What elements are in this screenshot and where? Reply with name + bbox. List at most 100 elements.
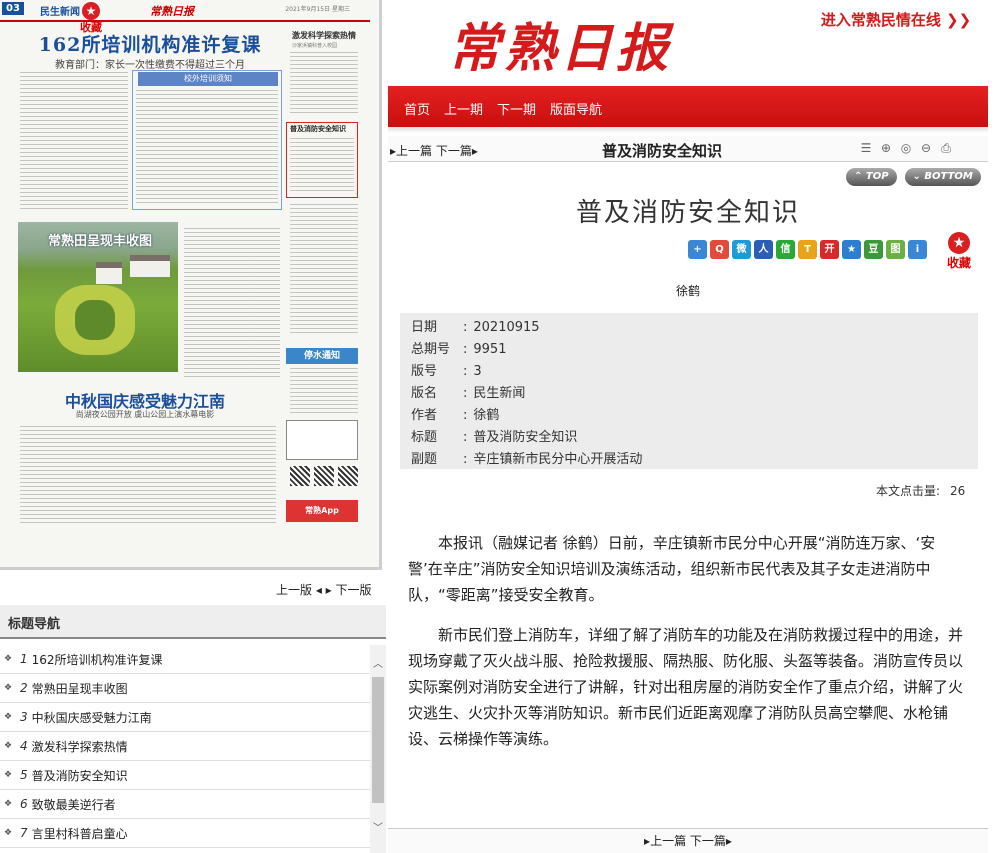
- share-more-icon[interactable]: +: [688, 240, 707, 259]
- next-article-link[interactable]: 下一篇: [436, 144, 472, 158]
- print-icon[interactable]: ⎙: [938, 140, 954, 156]
- minqing-online-link[interactable]: 进入常熟民情在线 ❯❯: [820, 4, 972, 36]
- nav-item[interactable]: ❖ 5 普及消防安全知识: [0, 761, 370, 790]
- zoom-reset-icon[interactable]: ◎: [898, 140, 914, 156]
- masthead: 常熟日报 进入常熟民情在线 ❯❯: [388, 0, 1000, 86]
- thumb-subhead: 教育部门：家长一次性缴费不得超过三个月: [55, 60, 245, 71]
- share-douban-icon[interactable]: 豆: [864, 240, 883, 259]
- menu-prev-issue[interactable]: 上一期: [444, 99, 483, 118]
- article-tools: ☰ ⊕ ◎ ⊖ ⎙: [858, 140, 954, 156]
- arrows-icon: ◂ ▸: [315, 583, 336, 597]
- share-qzone-icon[interactable]: Q: [710, 240, 729, 259]
- qr-code-icon: [314, 466, 334, 486]
- scrollbar-thumb[interactable]: [372, 677, 384, 803]
- meta-row: 日期:20210915: [411, 317, 978, 339]
- top-button[interactable]: ⌃ TOP: [846, 168, 897, 186]
- footer-next-article-link[interactable]: 下一篇: [690, 834, 726, 848]
- chevron-up-icon[interactable]: ︿: [370, 657, 386, 673]
- prev-page-link[interactable]: 上一版: [276, 583, 312, 597]
- favorite-button[interactable]: ★ 收藏: [944, 232, 974, 271]
- nav-item[interactable]: ❖ 4 激发科学探索热情: [0, 732, 370, 761]
- left-panel: 03 民生新闻 常熟日报 2021年9月15日 星期三 ★ 收藏 162所培训机…: [0, 0, 388, 853]
- thumb-text-block: [184, 228, 280, 378]
- zoom-in-icon[interactable]: ⊕: [878, 140, 894, 156]
- nav-item[interactable]: ❖ 7 言里村科普启童心: [0, 819, 370, 848]
- prev-article-link[interactable]: 上一篇: [396, 144, 432, 158]
- article-nav-links: ▸上一篇 下一篇▸: [390, 142, 478, 159]
- share-image-icon[interactable]: 图: [886, 240, 905, 259]
- thumb-header: 03 民生新闻 常熟日报 2021年9月15日 星期三: [0, 0, 370, 22]
- meta-row: 版名: 民生新闻: [411, 383, 978, 405]
- thumb-favorite-button[interactable]: ★ 收藏: [78, 2, 104, 34]
- share-kaixin-icon[interactable]: 开: [820, 240, 839, 259]
- thumb-right-title[interactable]: 激发科学探索热情: [292, 30, 356, 41]
- page-root: 03 民生新闻 常熟日报 2021年9月15日 星期三 ★ 收藏 162所培训机…: [0, 0, 1000, 853]
- page-pager: 上一版 ◂ ▸ 下一版: [276, 581, 372, 598]
- thumb-advert: [286, 420, 358, 460]
- meta-value: 民生新闻: [473, 386, 526, 401]
- thumb-text-block: [290, 368, 358, 416]
- article-body: 本报讯（融媒记者 徐鹤）日前，辛庄镇新市民分中心开展“消防连万家、‘安警’在辛庄…: [408, 530, 970, 766]
- thumb-photo-field: [75, 300, 115, 340]
- thumb-text-block: [290, 204, 358, 334]
- share-star-icon[interactable]: ★: [842, 240, 861, 259]
- nav-item[interactable]: ❖ 2 常熟田呈现丰收图: [0, 674, 370, 703]
- diamond-bullet-icon: ❖: [4, 741, 13, 751]
- hit-counter: 本文点击量: 26: [876, 482, 965, 499]
- article-author: 徐鹤: [675, 284, 700, 298]
- menu-page-nav[interactable]: 版面导航: [550, 99, 602, 118]
- menu-home[interactable]: 首页: [404, 99, 430, 118]
- chevron-down-icon[interactable]: ﹀: [370, 821, 386, 837]
- menu-next-issue[interactable]: 下一期: [497, 99, 536, 118]
- meta-separator: :: [463, 452, 468, 467]
- meta-separator: :: [463, 342, 468, 357]
- next-page-link[interactable]: 下一版: [336, 583, 372, 597]
- meta-key: 版号: [411, 364, 438, 379]
- article-title: 普及消防安全知识: [575, 198, 800, 228]
- nav-item-title: 162所培训机构准许复课: [31, 652, 163, 667]
- top-button-label: TOP: [865, 171, 889, 182]
- meta-separator: :: [463, 320, 468, 335]
- meta-value: 徐鹤: [473, 408, 500, 423]
- meta-separator: :: [463, 386, 468, 401]
- meta-value: 9951: [473, 342, 507, 357]
- thumb-page-number: 03: [2, 2, 24, 15]
- list-icon[interactable]: ☰: [858, 140, 874, 156]
- nav-item[interactable]: ❖ 3 中秋国庆感受魅力江南: [0, 703, 370, 732]
- right-edge: [988, 0, 1000, 853]
- caret-down-icon: ⌄: [912, 171, 921, 182]
- star-icon: ★: [82, 2, 100, 20]
- share-info-icon[interactable]: i: [908, 240, 927, 259]
- thumb-headline[interactable]: 162所培训机构准许复课: [20, 30, 280, 57]
- diamond-bullet-icon: ❖: [4, 654, 13, 664]
- share-renren-icon[interactable]: 人: [754, 240, 773, 259]
- scroll-buttons: ⌃ TOP ⌄ BOTTOM: [846, 168, 981, 186]
- thumb-text-block: [20, 426, 276, 526]
- nav-item-title: 普及消防安全知识: [31, 768, 128, 783]
- share-wechat-icon[interactable]: 信: [776, 240, 795, 259]
- footer-prev-article-link[interactable]: 上一篇: [650, 834, 686, 848]
- meta-key: 标题: [411, 430, 438, 445]
- share-tqq-icon[interactable]: T: [798, 240, 817, 259]
- nav-item-number: 5: [20, 768, 28, 782]
- meta-value: 普及消防安全知识: [473, 430, 578, 445]
- thumb-text-block: [290, 52, 358, 116]
- star-icon: ★: [948, 232, 970, 254]
- thumb-section: 民生新闻: [40, 7, 80, 18]
- nav-item[interactable]: ❖ 6 致敬最美逆行者: [0, 790, 370, 819]
- thumb-photo-title: 常熟田呈现丰收图: [48, 234, 153, 249]
- article-nav-title: 普及消防安全知识: [602, 142, 723, 160]
- newspaper-page-thumbnail[interactable]: 03 民生新闻 常熟日报 2021年9月15日 星期三 ★ 收藏 162所培训机…: [0, 0, 382, 570]
- zoom-out-icon[interactable]: ⊖: [918, 140, 934, 156]
- title-nav-scrollbar[interactable]: ︿ ﹀: [370, 645, 386, 853]
- bottom-button[interactable]: ⌄ BOTTOM: [904, 168, 981, 186]
- favorite-label: 收藏: [946, 256, 971, 270]
- diamond-bullet-icon: ❖: [4, 712, 13, 722]
- nav-item-number: 1: [20, 652, 28, 666]
- footer-article-nav: ▸上一篇 下一篇▸: [388, 828, 988, 853]
- nav-item[interactable]: ❖ 1 162所培训机构准许复课: [0, 645, 370, 674]
- thumb-text-block: [290, 138, 354, 194]
- share-weibo-icon[interactable]: 微: [732, 240, 751, 259]
- title-nav-list: ❖ 1 162所培训机构准许复课 ❖ 2 常熟田呈现丰收图 ❖ 3 中秋国庆感受魅力江南 ❖…: [0, 645, 370, 848]
- nav-item-number: 4: [20, 739, 28, 753]
